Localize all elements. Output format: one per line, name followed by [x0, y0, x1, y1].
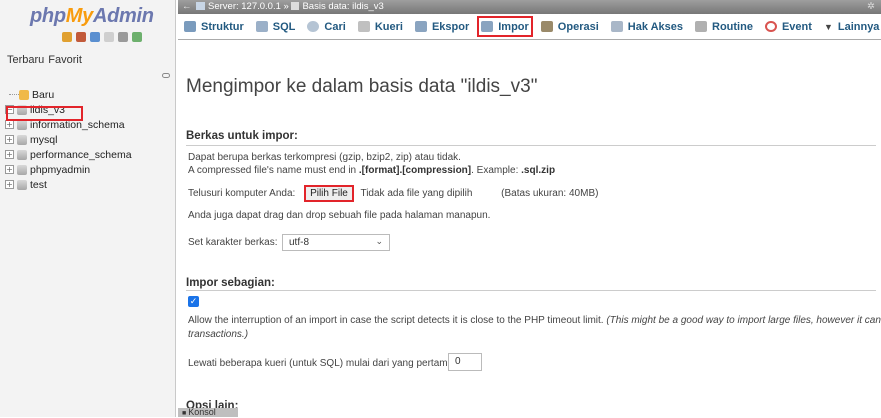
server-icon	[196, 2, 205, 10]
tab-routine[interactable]: Routine	[689, 14, 759, 39]
choose-file-button[interactable]: Pilih File	[304, 185, 354, 202]
routine-icon	[695, 21, 708, 32]
privileges-icon	[610, 21, 623, 32]
structure-icon	[184, 21, 196, 32]
main-tabs: Struktur SQL Cari Kueri Ekspor Impor Ope…	[178, 14, 881, 40]
import-icon	[481, 21, 494, 32]
expand-icon[interactable]: +	[5, 120, 14, 129]
tab-operasi[interactable]: Operasi	[535, 14, 605, 39]
tab-event[interactable]: Event	[759, 14, 818, 39]
console-icon: ■	[182, 410, 187, 417]
expand-icon[interactable]: +	[5, 135, 14, 144]
file-section-heading: Berkas untuk impor:	[186, 130, 298, 142]
tab-lainnya[interactable]: ▼ Lainnya	[818, 14, 881, 39]
tree-connector	[9, 94, 19, 95]
file-format-note: Dapat berupa berkas terkompresi (gzip, b…	[188, 152, 461, 163]
collapse-nav-icon[interactable]: ←	[182, 0, 192, 14]
tree-item-performance-schema[interactable]: + performance_schema	[5, 148, 175, 161]
browse-row: Telusuri komputer Anda: Pilih File Tidak…	[188, 185, 598, 202]
tab-favorite[interactable]: Favorit	[48, 54, 82, 66]
browse-label: Telusuri komputer Anda:	[188, 188, 296, 199]
page-title: Mengimpor ke dalam basis data "ildis_v3"	[186, 76, 538, 97]
expand-icon[interactable]: +	[5, 165, 14, 174]
database-icon	[17, 179, 27, 190]
breadcrumb: Server: 127.0.0.1 » Basis data: ildis_v3	[196, 0, 384, 14]
tab-hak-akses[interactable]: Hak Akses	[605, 14, 689, 39]
tab-ekspor[interactable]: Ekspor	[409, 14, 475, 39]
link-with-main-icon[interactable]	[162, 73, 170, 78]
tree-item-mysql[interactable]: + mysql	[5, 133, 175, 146]
breadcrumb-database[interactable]: Basis data: ildis_v3	[302, 1, 383, 12]
reload-icon[interactable]	[132, 32, 142, 42]
docs-icon[interactable]	[104, 32, 114, 42]
expand-icon[interactable]: +	[5, 180, 14, 189]
charset-label: Set karakter berkas:	[188, 237, 278, 248]
tab-impor[interactable]: Impor	[475, 14, 535, 39]
allow-interrupt-label-cont: transactions.)	[188, 329, 249, 340]
tab-recent[interactable]: Terbaru	[7, 54, 44, 66]
tab-struktur[interactable]: Struktur	[178, 14, 250, 39]
console-toggle[interactable]: ■ Konsol	[178, 408, 238, 417]
tab-kueri[interactable]: Kueri	[352, 14, 409, 39]
tab-cari[interactable]: Cari	[301, 14, 351, 39]
wrench-icon	[540, 21, 553, 32]
phpmyadmin-logo[interactable]: phpMyAdmin	[30, 5, 154, 28]
database-icon	[17, 134, 27, 145]
dropdown-icon: ▼	[823, 21, 833, 32]
database-icon	[291, 2, 300, 10]
divider	[186, 145, 876, 146]
breadcrumb-bar: ← Server: 127.0.0.1 » Basis data: ildis_…	[178, 0, 881, 14]
search-icon	[307, 21, 320, 32]
recent-favorite-tabs: Terbaru Favorit	[7, 54, 82, 66]
tree-item-new[interactable]: Baru	[5, 88, 175, 101]
exit-icon[interactable]	[76, 32, 86, 42]
clock-icon	[764, 21, 777, 32]
help-icon[interactable]	[90, 32, 100, 42]
query-icon	[357, 21, 370, 32]
partial-import-heading: Impor sebagian:	[186, 277, 275, 289]
selected-db-highlight	[6, 106, 83, 121]
size-limit: (Batas ukuran: 40MB)	[501, 188, 599, 199]
main-content: Mengimpor ke dalam basis data "ildis_v3"…	[186, 40, 881, 417]
tree-item-phpmyadmin[interactable]: + phpmyadmin	[5, 163, 175, 176]
database-icon	[17, 119, 27, 130]
navigation-panel: phpMyAdmin Terbaru Favorit Baru − ildis_…	[0, 0, 176, 417]
sql-icon	[255, 21, 268, 32]
database-icon	[17, 149, 27, 160]
database-icon	[17, 164, 27, 175]
skip-queries-input[interactable]: 0	[448, 353, 482, 371]
new-db-icon	[19, 89, 29, 100]
breadcrumb-server[interactable]: Server: 127.0.0.1	[208, 1, 281, 12]
home-icon[interactable]	[62, 32, 72, 42]
settings-icon[interactable]	[118, 32, 128, 42]
tab-sql[interactable]: SQL	[250, 14, 302, 39]
nav-icon-bar	[62, 32, 142, 42]
database-tree: Baru − ildis_v3 + information_schema + m…	[5, 88, 175, 193]
export-icon	[414, 21, 427, 32]
compression-note: A compressed file's name must end in .[f…	[188, 165, 556, 176]
no-file-text: Tidak ada file yang dipilih	[360, 188, 473, 199]
drag-drop-note: Anda juga dapat drag dan drop sebuah fil…	[188, 210, 491, 221]
expand-icon[interactable]: +	[5, 150, 14, 159]
tree-item-test[interactable]: + test	[5, 178, 175, 191]
chevron-down-icon: ⌄	[375, 236, 383, 246]
charset-select[interactable]: utf-8 ⌄	[282, 234, 390, 251]
divider	[186, 290, 876, 291]
skip-queries-label: Lewati beberapa kueri (untuk SQL) mulai …	[188, 358, 456, 369]
allow-interrupt-checkbox[interactable]: ✓	[188, 296, 199, 307]
breadcrumb-separator: »	[283, 1, 289, 12]
gear-icon[interactable]: ✲	[867, 0, 875, 14]
allow-interrupt-label: Allow the interruption of an import in c…	[188, 315, 881, 326]
